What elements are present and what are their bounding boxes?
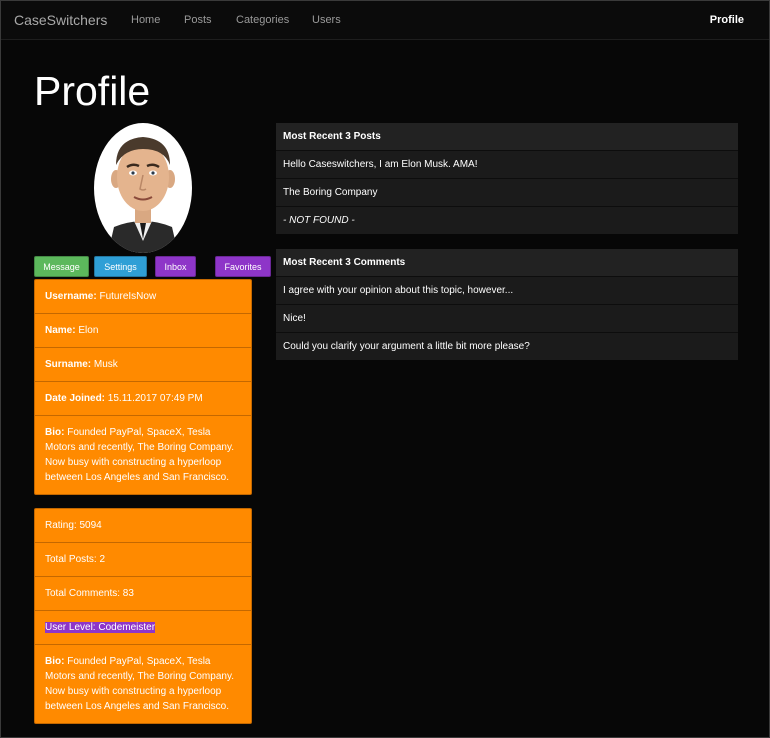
name-label: Name: [45, 325, 76, 336]
recent-posts-title: Most Recent 3 Posts [276, 123, 738, 151]
rating-row: Rating: 5094 [35, 509, 251, 543]
nav-home[interactable]: Home [131, 14, 160, 26]
avatar [94, 123, 192, 253]
name-row: Name: Elon [35, 314, 251, 348]
recent-post-item[interactable]: The Boring Company [276, 179, 738, 207]
recent-comment-item[interactable]: Nice! [276, 305, 738, 333]
date-joined-value: 15.11.2017 07:49 PM [107, 393, 203, 404]
brand-link[interactable]: CaseSwitchers [14, 12, 107, 28]
stats-bio-value: Founded PayPal, SpaceX, Tesla Motors and… [45, 656, 234, 712]
surname-row: Surname: Musk [35, 348, 251, 382]
stats-bio-label: Bio: [45, 656, 65, 667]
nav-profile[interactable]: Profile [710, 14, 744, 26]
caricature-avatar-icon [108, 137, 178, 253]
inbox-button[interactable]: Inbox [155, 256, 196, 277]
user-level-row: User Level: Codemeister [35, 611, 251, 645]
favorites-button[interactable]: Favorites [215, 256, 271, 277]
user-info-box: Username: FutureIsNow Name: Elon Surname… [34, 279, 252, 495]
nav-posts[interactable]: Posts [184, 14, 212, 26]
settings-button[interactable]: Settings [94, 256, 147, 277]
name-value: Elon [78, 325, 99, 336]
recent-post-item[interactable]: Hello Caseswitchers, I am Elon Musk. AMA… [276, 151, 738, 179]
surname-value: Musk [93, 359, 118, 370]
navbar: CaseSwitchers Home Posts Categories User… [1, 1, 769, 40]
bio-row: Bio: Founded PayPal, SpaceX, Tesla Motor… [35, 416, 251, 494]
username-value: FutureIsNow [99, 291, 157, 302]
bio-value: Founded PayPal, SpaceX, Tesla Motors and… [45, 427, 234, 483]
date-joined-label: Date Joined: [45, 393, 106, 404]
nav-users[interactable]: Users [312, 14, 341, 26]
recent-comment-item[interactable]: Could you clarify your argument a little… [276, 333, 738, 360]
recent-comments-panel: Most Recent 3 Comments I agree with your… [276, 249, 738, 360]
total-comments-row: Total Comments: 83 [35, 577, 251, 611]
page-title: Profile [34, 68, 151, 114]
bio-label: Bio: [45, 427, 65, 438]
username-label: Username: [45, 291, 97, 302]
user-stats-box: Rating: 5094 Total Posts: 2 Total Commen… [34, 508, 252, 724]
user-level-value: User Level: Codemeister [45, 622, 156, 633]
recent-comments-title: Most Recent 3 Comments [276, 249, 738, 277]
username-row: Username: FutureIsNow [35, 280, 251, 314]
surname-label: Surname: [45, 359, 92, 370]
stats-bio-row: Bio: Founded PayPal, SpaceX, Tesla Motor… [35, 645, 251, 723]
recent-posts-panel: Most Recent 3 Posts Hello Caseswitchers,… [276, 123, 738, 234]
recent-post-item: - NOT FOUND - [283, 215, 355, 226]
total-posts-row: Total Posts: 2 [35, 543, 251, 577]
nav-categories[interactable]: Categories [236, 14, 289, 26]
date-joined-row: Date Joined: 15.11.2017 07:49 PM [35, 382, 251, 416]
message-button[interactable]: Message [34, 256, 89, 277]
recent-comment-item[interactable]: I agree with your opinion about this top… [276, 277, 738, 305]
